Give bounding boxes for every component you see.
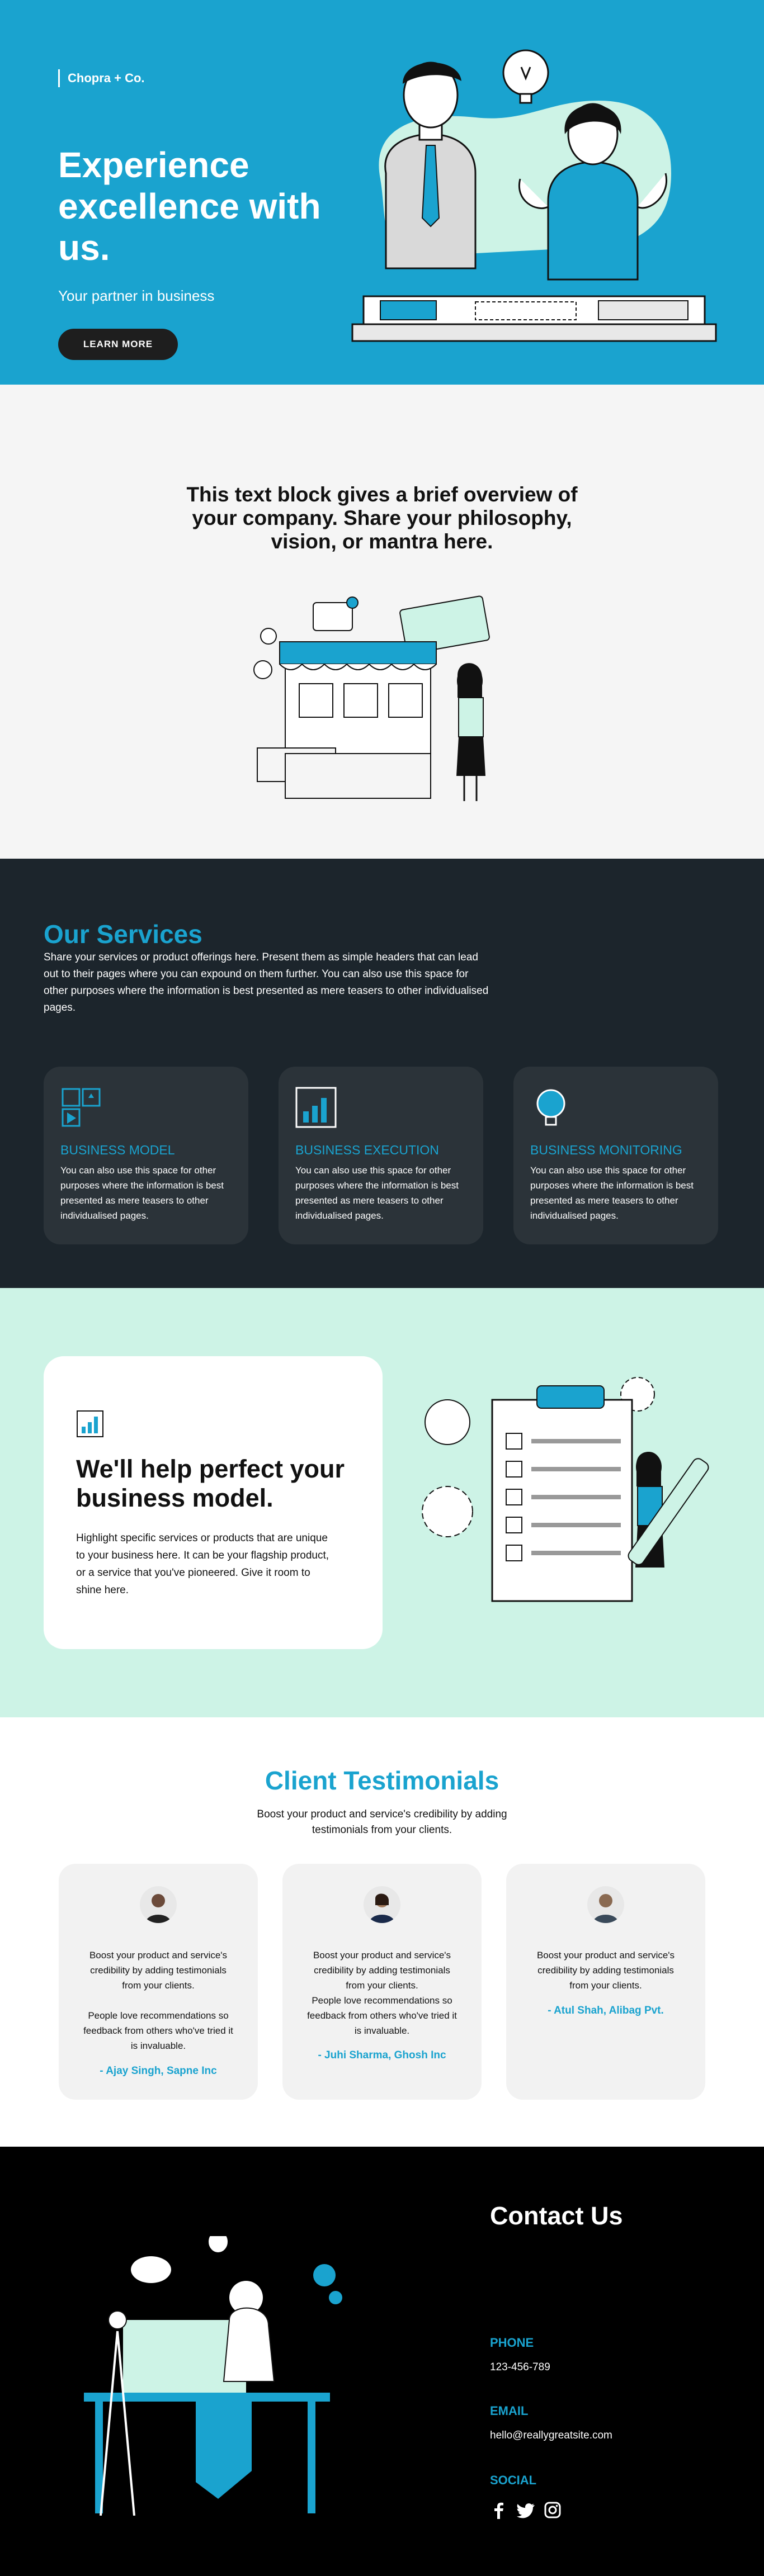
avatar [587, 1886, 624, 1923]
testimonials-section: Client Testimonials Boost your product a… [0, 1717, 764, 2147]
grid-icon [62, 1088, 101, 1127]
hero-section: Chopra + Co. Experience excellence with … [0, 0, 764, 385]
service-title: BUSINESS MONITORING [530, 1143, 682, 1157]
business-team-illustration [351, 49, 717, 342]
man-figure [384, 61, 477, 269]
testimonial-author: - Juhi Sharma, Ghosh Inc [318, 2049, 446, 2061]
testimonial-quote: Boost your product and service's credibi… [536, 1950, 675, 1991]
business-model-title: We'll help perfect your business model. [76, 1455, 345, 1512]
hero-subtitle: Your partner in business [58, 287, 215, 304]
phone-value[interactable]: 123-456-789 [490, 2361, 550, 2374]
brand-logo[interactable]: Chopra + Co. [58, 69, 145, 87]
avatar [364, 1886, 400, 1923]
overview-text: This text block gives a brief overview o… [186, 483, 578, 553]
testimonials-title: Client Testimonials [265, 1766, 499, 1795]
lightbulb-icon [536, 1089, 565, 1126]
workspace-illustration [84, 2236, 342, 2516]
twitter-icon[interactable] [517, 2501, 535, 2519]
business-model-description: Highlight specific services or products … [76, 1532, 329, 1596]
services-section: Our Services Share your services or prod… [0, 859, 764, 1288]
bar-chart-icon [295, 1087, 337, 1128]
service-card-business-monitoring[interactable]: BUSINESS MONITORING You can also use thi… [513, 1067, 718, 1244]
bar-chart-icon [77, 1410, 103, 1437]
desk-with-documents [351, 295, 717, 342]
contact-title: Contact Us [490, 2201, 623, 2230]
checklist-illustration [422, 1377, 709, 1602]
business-model-section: We'll help perfect your business model. … [0, 1288, 764, 1717]
testimonials-subtitle: Boost your product and service's credibi… [257, 1808, 507, 1836]
testimonial-author: - Atul Shah, Alibag Pvt. [548, 2005, 664, 2016]
service-card-business-model[interactable]: BUSINESS MODEL You can also use this spa… [44, 1067, 248, 1244]
service-title: BUSINESS EXECUTION [295, 1143, 439, 1157]
service-description: You can also use this space for other pu… [530, 1165, 694, 1221]
social-links [490, 2501, 562, 2519]
testimonial-card: Boost your product and service's credibi… [282, 1864, 482, 2100]
service-description: You can also use this space for other pu… [295, 1165, 459, 1221]
hero-title: Experience excellence with us. [58, 145, 321, 268]
testimonial-card: Boost your product and service's credibi… [506, 1864, 705, 2100]
testimonial-card: Boost your product and service's credibi… [59, 1864, 258, 2100]
testimonial-author: - Ajay Singh, Sapne Inc [100, 2065, 217, 2077]
instagram-icon[interactable] [544, 2501, 562, 2519]
contact-section: Contact Us PHONE 123-456-789 EMAIL hello… [0, 2147, 764, 2576]
business-model-card: We'll help perfect your business model. … [44, 1356, 383, 1649]
service-description: You can also use this space for other pu… [60, 1165, 224, 1221]
overview-section: This text block gives a brief overview o… [0, 385, 764, 859]
service-card-business-execution[interactable]: BUSINESS EXECUTION You can also use this… [279, 1067, 483, 1244]
social-label: SOCIAL [490, 2473, 537, 2487]
email-value[interactable]: hello@reallygreatsite.com [490, 2430, 612, 2442]
facebook-icon[interactable] [490, 2501, 508, 2519]
phone-label: PHONE [490, 2336, 534, 2350]
services-description: Share your services or product offerings… [44, 951, 489, 1014]
services-title: Our Services [44, 920, 202, 949]
online-shop-illustration [253, 595, 490, 801]
email-label: EMAIL [490, 2404, 529, 2418]
testimonial-quote: Boost your product and service's credibi… [83, 1950, 233, 2051]
avatar [140, 1886, 177, 1923]
testimonial-quote: Boost your product and service's credibi… [307, 1950, 457, 2036]
learn-more-button[interactable]: LEARN MORE [58, 329, 178, 360]
lightbulb-icon [502, 49, 549, 104]
service-title: BUSINESS MODEL [60, 1143, 175, 1157]
